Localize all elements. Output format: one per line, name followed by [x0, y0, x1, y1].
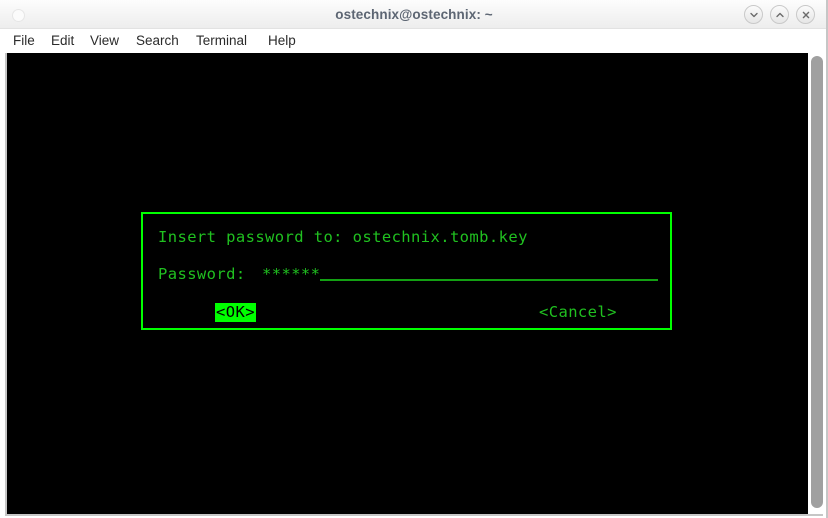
- terminal-screen[interactable]: Insert password to: ostechnix.tomb.key P…: [7, 53, 808, 514]
- menubar: File Edit View Search Terminal Help: [0, 29, 828, 53]
- password-dialog: Insert password to: ostechnix.tomb.key P…: [141, 212, 672, 330]
- cancel-button[interactable]: <Cancel>: [539, 303, 617, 322]
- ok-button[interactable]: <OK>: [215, 303, 256, 322]
- titlebar: ostechnix@ostechnix: ~: [0, 0, 828, 29]
- window-bottom-border: [5, 514, 823, 516]
- maximize-button[interactable]: [770, 5, 789, 24]
- menu-item-search[interactable]: Search: [130, 29, 185, 53]
- menu-item-file[interactable]: File: [7, 29, 41, 53]
- menu-item-help[interactable]: Help: [262, 29, 302, 53]
- terminal-window: ostechnix@ostechnix: ~ File Edit View Se…: [0, 0, 828, 518]
- scrollbar-thumb[interactable]: [811, 56, 823, 508]
- chevron-up-icon: [775, 12, 784, 17]
- terminal-area: Insert password to: ostechnix.tomb.key P…: [0, 0, 828, 518]
- close-icon: [802, 11, 809, 18]
- menu-item-view[interactable]: View: [84, 29, 125, 53]
- window-title: ostechnix@ostechnix: ~: [335, 7, 493, 22]
- password-input[interactable]: ******: [262, 264, 320, 284]
- close-button[interactable]: [796, 5, 815, 24]
- chevron-down-icon: [749, 12, 758, 17]
- vertical-scrollbar[interactable]: [809, 53, 826, 514]
- minimize-button[interactable]: [744, 5, 763, 24]
- dialog-prompt: Insert password to: ostechnix.tomb.key: [158, 228, 528, 246]
- password-field-rule: [320, 279, 658, 281]
- password-label: Password:: [158, 265, 246, 283]
- menu-item-terminal[interactable]: Terminal: [190, 29, 253, 53]
- menu-item-edit[interactable]: Edit: [45, 29, 80, 53]
